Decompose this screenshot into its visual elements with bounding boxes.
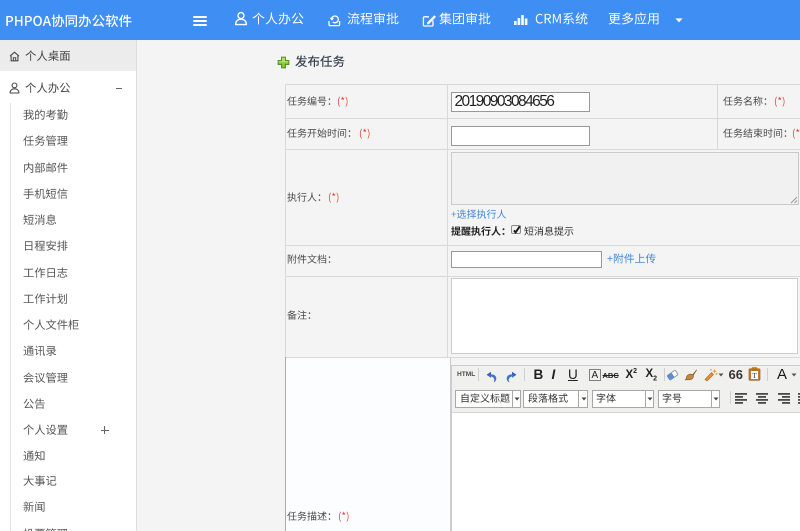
svg-text:T: T	[752, 371, 757, 380]
